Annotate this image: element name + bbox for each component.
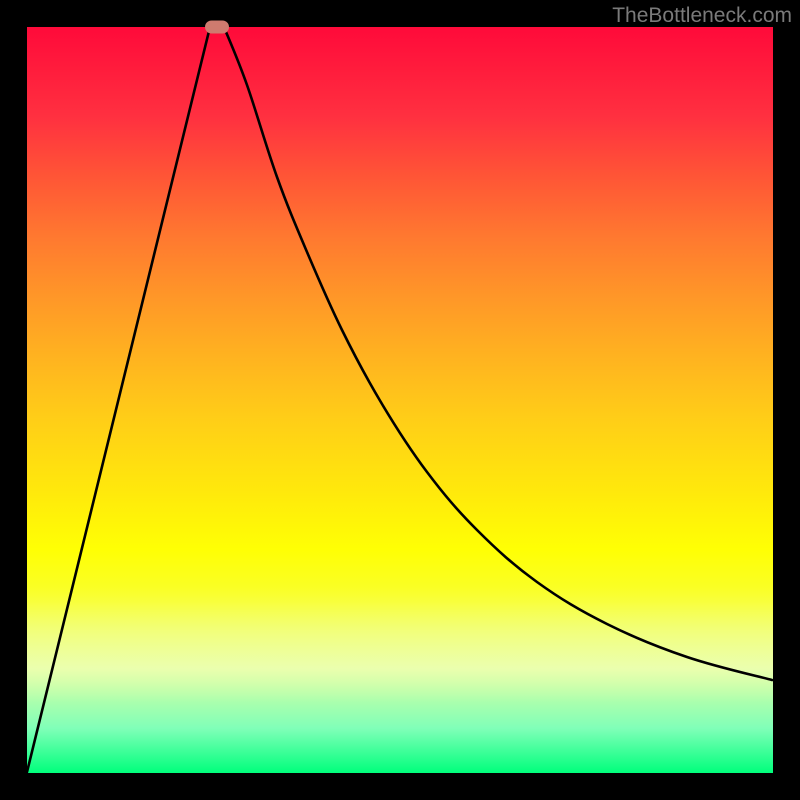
watermark: TheBottleneck.com <box>612 4 792 28</box>
pale-band <box>27 587 773 702</box>
gradient-plot-area <box>27 27 773 773</box>
